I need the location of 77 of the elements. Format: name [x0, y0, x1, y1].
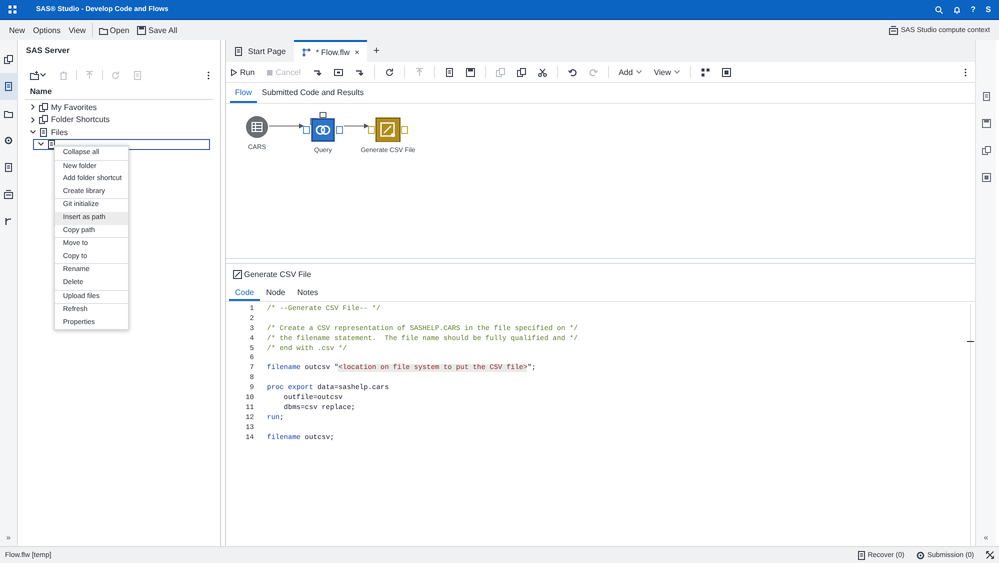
menu-item[interactable]: New — [5, 24, 30, 36]
connector-arrow — [344, 124, 369, 128]
table-node[interactable] — [245, 115, 269, 139]
export-icon — [233, 270, 242, 279]
menu-button[interactable]: Add — [618, 68, 642, 76]
document-icon — [47, 140, 56, 148]
help-button[interactable]: ? — [970, 5, 976, 14]
frame-icon[interactable] — [982, 173, 990, 182]
caret-icon — [636, 70, 642, 74]
panel-tab[interactable]: Code — [229, 284, 260, 301]
editor-tab[interactable]: * Flow.flw × — [294, 40, 368, 62]
menu-item[interactable]: Options — [29, 24, 65, 36]
panel-icon[interactable] — [334, 68, 343, 76]
scroll-marker — [967, 341, 974, 342]
undo-icon[interactable] — [568, 68, 577, 76]
tree-item[interactable]: Folder Shortcuts — [51, 115, 110, 124]
open-button[interactable]: Open — [94, 24, 134, 36]
frame-icon[interactable] — [722, 68, 732, 76]
rail-document-icon[interactable] — [4, 82, 13, 91]
library-icon — [888, 26, 898, 34]
menu-item[interactable]: View — [64, 24, 90, 36]
caret-down-icon[interactable] — [30, 129, 36, 136]
rail-document-icon[interactable] — [4, 163, 13, 172]
copy-icon[interactable] — [516, 68, 526, 76]
user-button[interactable]: S — [986, 5, 991, 14]
app-menu-icon[interactable] — [8, 5, 17, 14]
save-icon[interactable] — [982, 119, 990, 128]
save-icon — [137, 26, 146, 34]
expand-icon[interactable] — [986, 551, 994, 559]
copy-icon[interactable] — [982, 146, 990, 155]
rail-library-icon[interactable] — [4, 190, 13, 199]
arrow-icon[interactable] — [354, 68, 364, 76]
bell-icon[interactable] — [952, 6, 961, 14]
collapse-button[interactable]: « — [984, 533, 988, 542]
tree-item[interactable]: My Favorites — [51, 102, 97, 112]
caret-icon[interactable] — [40, 73, 46, 77]
expand-button[interactable]: » — [6, 533, 11, 542]
panel-title: SAS Server — [26, 46, 71, 55]
tree-item[interactable]: Files — [51, 128, 68, 137]
folder-icon — [98, 26, 108, 34]
grid-icon[interactable] — [701, 68, 710, 76]
new-folder-icon[interactable] — [30, 70, 39, 80]
caret-icon — [674, 70, 680, 74]
panel-tab[interactable]: Node — [260, 284, 292, 301]
flow-icon — [302, 48, 311, 56]
cut-icon[interactable] — [538, 68, 547, 76]
refresh-icon[interactable] — [384, 68, 394, 76]
stop-icon — [266, 68, 273, 76]
close-tab-button[interactable]: × — [354, 48, 360, 56]
panel-title: Generate CSV File — [244, 270, 312, 279]
document-icon[interactable] — [982, 92, 990, 101]
caret-right-icon[interactable] — [30, 116, 36, 123]
document-icon — [234, 46, 243, 56]
caret-right-icon[interactable] — [30, 104, 36, 110]
save-all-button[interactable]: Save All — [133, 24, 182, 36]
run-button[interactable]: Run — [231, 68, 255, 76]
gear-icon — [916, 550, 926, 560]
new-tab-button[interactable]: + — [367, 40, 386, 62]
document-icon — [856, 550, 866, 560]
column-header: Name — [25, 85, 213, 100]
editor-tab[interactable]: Start Page — [226, 40, 294, 62]
menu-button[interactable]: View — [654, 68, 680, 76]
new-menu-button[interactable] — [30, 70, 46, 80]
panel-tab[interactable]: Notes — [291, 284, 324, 301]
rail-copy-icon[interactable] — [4, 55, 13, 64]
arrow-icon[interactable] — [312, 68, 322, 76]
connector-arrow — [268, 124, 304, 128]
rail-folder-icon[interactable] — [4, 109, 13, 118]
save-icon[interactable] — [466, 68, 475, 76]
search-icon[interactable] — [934, 6, 943, 14]
caret-down-icon[interactable] — [38, 141, 44, 147]
rail-gear-icon[interactable] — [4, 136, 13, 145]
document-icon — [39, 128, 48, 137]
play-icon — [231, 68, 237, 76]
flow-tab[interactable]: Submitted Code and Results — [256, 83, 369, 103]
rail-branch-icon[interactable] — [4, 217, 13, 226]
document-icon[interactable] — [444, 68, 454, 76]
